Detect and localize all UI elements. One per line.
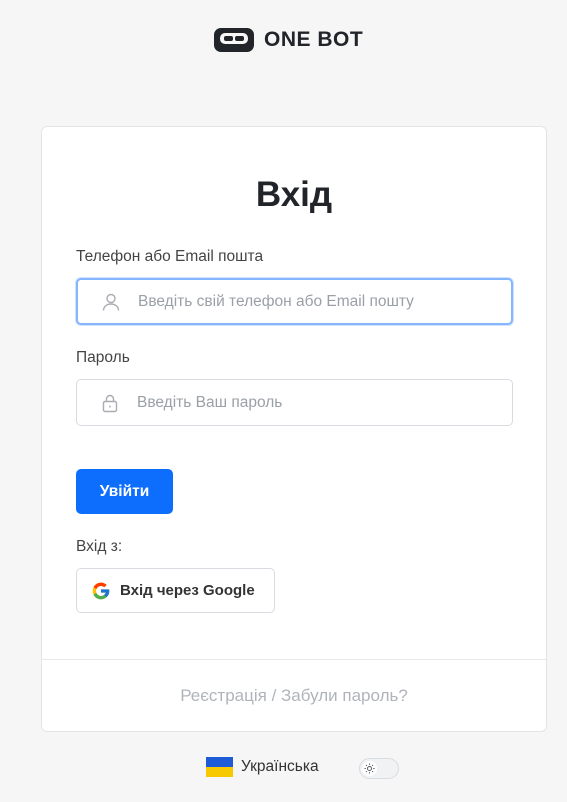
register-link[interactable]: Реєстрація — [180, 686, 267, 705]
bot-mask-icon — [214, 28, 254, 52]
forgot-password-link[interactable]: Забули пароль? — [281, 686, 408, 705]
language-label: Українська — [241, 758, 319, 775]
password-input[interactable] — [135, 392, 512, 413]
google-login-label: Вхід через Google — [120, 582, 255, 599]
google-login-button[interactable]: Вхід через Google — [76, 568, 275, 613]
google-icon — [92, 582, 110, 599]
login-input[interactable] — [136, 291, 511, 312]
theme-toggle[interactable] — [359, 758, 399, 779]
login-field[interactable] — [76, 278, 513, 325]
social-login-label: Вхід з: — [76, 538, 123, 555]
login-field-label: Телефон або Email пошта — [76, 248, 264, 265]
ukraine-flag-icon — [206, 757, 233, 777]
user-icon — [102, 293, 120, 311]
page-title: Вхід — [255, 175, 333, 214]
language-selector[interactable]: Українська — [206, 757, 319, 777]
links-separator: / — [266, 686, 282, 705]
password-field-label: Пароль — [76, 349, 130, 366]
brand-name: ONE BOT — [264, 28, 364, 51]
brand-logo[interactable]: ONE BOT — [214, 27, 363, 53]
auth-links: Реєстрація / Забули пароль? — [42, 686, 546, 706]
sun-icon — [364, 763, 375, 774]
submit-button[interactable]: Увійти — [76, 469, 173, 514]
lock-icon — [102, 394, 118, 412]
login-card: Вхід Телефон або Email пошта Пароль Увій… — [41, 126, 547, 732]
card-divider — [42, 659, 546, 660]
password-field[interactable] — [76, 379, 513, 426]
